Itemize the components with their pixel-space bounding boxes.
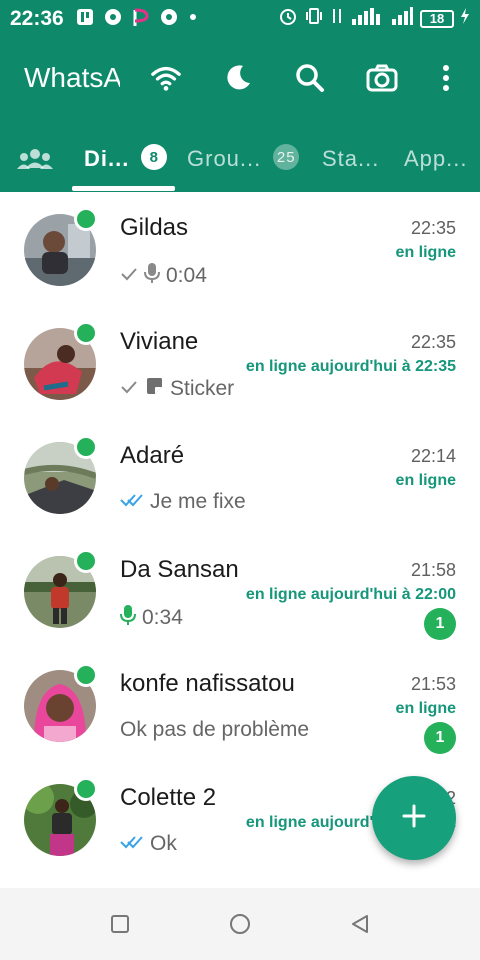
contact-name: konfe nafissatou	[120, 670, 295, 697]
message-preview: Sticker	[120, 376, 234, 402]
unread-count-badge: 1	[424, 608, 456, 640]
chat-row[interactable]: Da Sansan 21:58 en ligne aujourd'hui à 2…	[0, 534, 480, 648]
back-button[interactable]	[348, 912, 372, 936]
online-indicator	[74, 663, 98, 687]
presence-status: en ligne	[395, 472, 456, 489]
contact-name: Colette 2	[120, 784, 217, 811]
preview-text: Ok	[150, 832, 177, 855]
message-preview: 0:04	[120, 262, 207, 290]
alarm-icon	[278, 6, 298, 31]
tab-label: Grou...	[187, 146, 262, 171]
online-indicator	[74, 549, 98, 573]
chat-notification-icon-2	[160, 8, 178, 26]
presence-status: en ligne	[395, 700, 456, 717]
top-header: 22:36 18 WhatsA Di... 8 Grou... 25 Sta..…	[0, 0, 480, 192]
preview-text: Je me fixe	[150, 490, 246, 513]
vibrate-icon	[304, 6, 324, 31]
online-indicator	[74, 435, 98, 459]
tab-label: App...	[404, 146, 468, 171]
plus-icon	[401, 803, 427, 834]
notification-icons	[76, 8, 206, 26]
communities-icon	[16, 148, 54, 176]
chat-row[interactable]: Gildas 22:35 en ligne 0:04	[0, 192, 480, 306]
message-preview: Ok pas de problème	[120, 718, 309, 742]
presence-status: en ligne	[395, 244, 456, 261]
message-preview: Je me fixe	[120, 490, 246, 514]
single-check-icon	[120, 377, 138, 401]
message-time: 21:58	[410, 560, 456, 580]
tab-badge: 25	[273, 144, 300, 170]
contact-name: Viviane	[120, 328, 199, 355]
signal-icon	[350, 6, 384, 31]
contact-name: Gildas	[120, 214, 189, 241]
data-transfer-icon	[330, 6, 344, 31]
system-indicators: 18	[278, 6, 470, 31]
signal-icon-2	[390, 6, 414, 31]
message-preview: Ok	[120, 832, 177, 856]
tab-label: Sta...	[322, 146, 380, 171]
preview-text: 0:34	[142, 606, 183, 629]
system-nav-bar	[0, 888, 480, 960]
contact-name: Da Sansan	[120, 556, 239, 583]
preview-text: Sticker	[170, 377, 235, 400]
wifi-icon[interactable]	[150, 62, 182, 94]
online-indicator	[74, 321, 98, 345]
app-title: WhatsApp	[24, 62, 120, 93]
contact-name: Adaré	[120, 442, 185, 469]
unread-count-badge: 1	[424, 722, 456, 754]
active-tab-indicator	[72, 186, 175, 191]
online-indicator	[74, 207, 98, 231]
dark-mode-icon[interactable]	[222, 62, 254, 94]
chat-notification-icon	[104, 8, 122, 26]
recents-button[interactable]	[108, 912, 132, 936]
battery-level: 18	[420, 9, 454, 28]
camera-icon[interactable]	[366, 62, 398, 94]
double-check-blue-icon	[120, 490, 144, 514]
single-check-icon	[120, 264, 138, 288]
message-time: 22:14	[410, 446, 456, 466]
message-time: 21:53	[410, 674, 456, 694]
double-check-blue-icon	[120, 832, 144, 856]
search-icon[interactable]	[294, 62, 326, 94]
new-chat-button[interactable]	[372, 776, 456, 860]
browser-notification-icon	[132, 8, 150, 26]
app-notification-icon	[76, 8, 94, 26]
tab-bar: Di... 8 Grou... 25 Sta... App...	[0, 138, 480, 192]
home-button[interactable]	[228, 912, 252, 936]
online-indicator	[74, 777, 98, 801]
message-time: 22:35	[410, 218, 456, 238]
message-preview: 0:34	[120, 604, 183, 632]
mic-green-icon	[120, 604, 136, 632]
mic-icon	[144, 262, 160, 290]
presence-status: en ligne aujourd'hui à 22:00	[245, 586, 456, 603]
tab-badge: 8	[141, 144, 168, 170]
tab-label: Di...	[84, 146, 130, 171]
message-time: 22:35	[410, 332, 456, 352]
sticker-icon	[144, 376, 164, 402]
status-time: 22:36	[10, 7, 64, 30]
more-options-icon[interactable]	[430, 62, 462, 94]
chat-row[interactable]: konfe nafissatou 21:53 en ligne Ok pas d…	[0, 648, 480, 762]
preview-text: 0:04	[166, 264, 207, 287]
presence-status: en ligne aujourd'hui à 22:35	[245, 358, 456, 375]
charging-icon	[460, 7, 470, 30]
app-bar: WhatsApp	[0, 48, 480, 108]
preview-text: Ok pas de problème	[120, 718, 310, 741]
chat-row[interactable]: Viviane 22:35 en ligne aujourd'hui à 22:…	[0, 306, 480, 420]
status-bar: 22:36 18	[0, 0, 480, 38]
dot-icon	[188, 8, 206, 26]
chat-row[interactable]: Adaré 22:14 en ligne Je me fixe	[0, 420, 480, 534]
